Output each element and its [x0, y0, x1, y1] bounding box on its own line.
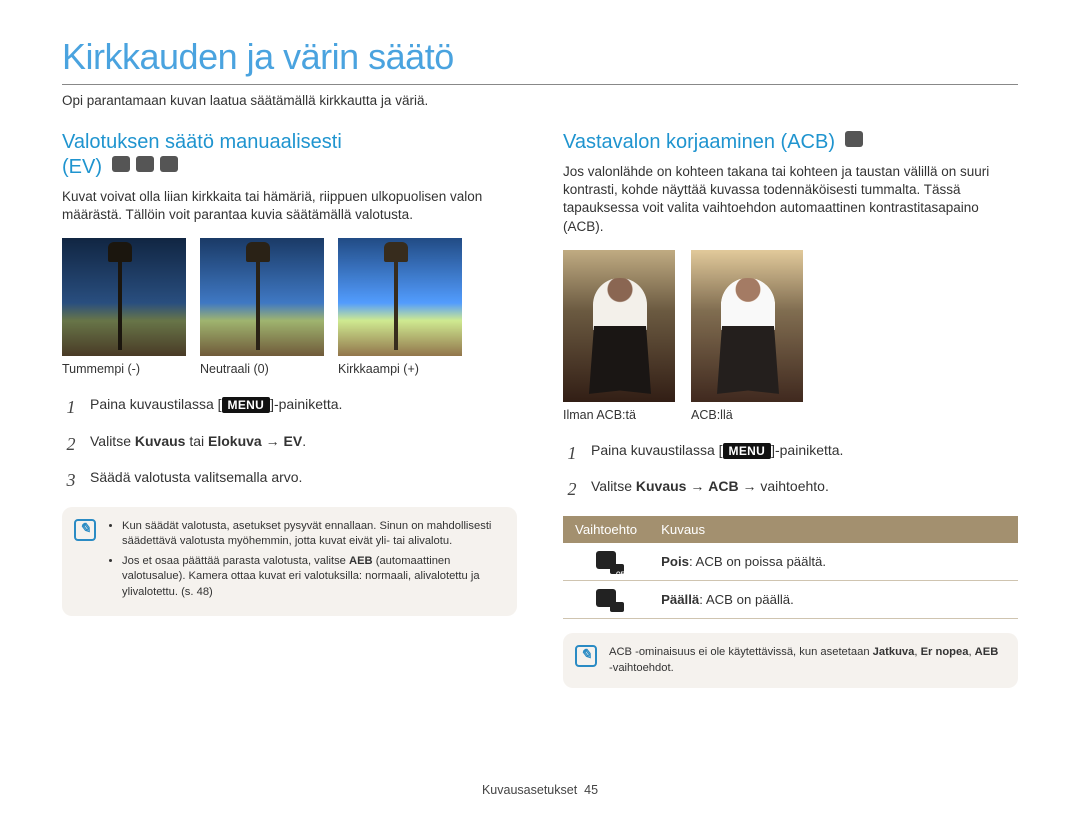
step-text: tai [185, 433, 208, 449]
step-text: . [302, 433, 306, 449]
acb-note-box: ✎ ACB -ominaisuus ei ole käytettävissä, … [563, 633, 1018, 688]
caption-neutral: Neutraali (0) [200, 362, 324, 376]
ev-step-2: 2 Valitse Kuvaus tai Elokuva → EV. [62, 431, 517, 457]
acb-on-icon [596, 589, 616, 607]
acb-options-table: Vaihtoehto Kuvaus Pois: ACB on poissa pä… [563, 516, 1018, 619]
mode-p-icon [112, 156, 130, 172]
table-row: Pois: ACB on poissa päältä. [563, 543, 1018, 581]
left-column: Valotuksen säätö manuaalisesti (EV) Kuva… [62, 130, 517, 688]
ev-paragraph: Kuvat voivat olla liian kirkkaita tai hä… [62, 188, 517, 224]
acb-sample-captions: Ilman ACB:tä ACB:llä [563, 408, 1018, 422]
ev-step-3: 3 Säädä valotusta valitsemalla arvo. [62, 467, 517, 493]
note-bold: AEB [349, 555, 373, 567]
note-bullet: Jos et osaa päättää parasta valotusta, v… [122, 554, 501, 600]
step-number: 1 [563, 440, 581, 466]
step-number: 3 [62, 467, 80, 493]
step-text: ]-painiketta. [771, 442, 843, 458]
option-label: Pois [661, 554, 689, 569]
note-icon: ✎ [74, 519, 96, 541]
step-text: Paina kuvaustilassa [ [591, 442, 723, 458]
note-text: ACB -ominaisuus ei ole käytettävissä, ku… [609, 646, 873, 658]
note-bullet: Kun säädät valotusta, asetukset pysyvät … [122, 519, 501, 550]
step-bold: Kuvaus [135, 433, 186, 449]
note-bold: AEB [975, 646, 999, 658]
acb-heading: Vastavalon korjaaminen (ACB) [563, 130, 1018, 155]
sample-brighter [338, 238, 462, 356]
ev-heading-line2: (EV) [62, 156, 102, 178]
step-number: 1 [62, 394, 80, 420]
menu-button-label: MENU [723, 443, 772, 459]
note-bold: Er nopea [921, 646, 969, 658]
caption-brighter: Kirkkaampi (+) [338, 362, 462, 376]
option-desc: : ACB on päällä. [699, 592, 794, 607]
sample-without-acb [563, 250, 675, 402]
ev-sample-images [62, 238, 517, 356]
step-number: 2 [563, 476, 581, 502]
table-row: Päällä: ACB on päällä. [563, 581, 1018, 619]
option-label: Päällä [661, 592, 699, 607]
step-text: Säädä valotusta valitsemalla arvo. [90, 467, 517, 493]
step-bold: ACB [708, 478, 738, 494]
step-bold: EV [284, 433, 303, 449]
ev-step-1: 1 Paina kuvaustilassa [MENU]-painiketta. [62, 394, 517, 420]
th-desc: Kuvaus [649, 516, 1018, 543]
th-option: Vaihtoehto [563, 516, 649, 543]
two-column-layout: Valotuksen säätö manuaalisesti (EV) Kuva… [62, 130, 1018, 688]
acb-heading-text: Vastavalon korjaaminen (ACB) [563, 131, 835, 153]
step-bold: Kuvaus [636, 478, 687, 494]
sample-with-acb [691, 250, 803, 402]
acb-step-1: 1 Paina kuvaustilassa [MENU]-painiketta. [563, 440, 1018, 466]
step-text: Valitse [90, 433, 135, 449]
step-text: Paina kuvaustilassa [ [90, 396, 222, 412]
note-text: -vaihtoehdot. [609, 662, 674, 674]
acb-paragraph: Jos valonlähde on kohteen takana tai koh… [563, 163, 1018, 236]
caption-darker: Tummempi (-) [62, 362, 186, 376]
acb-sample-images [563, 250, 1018, 402]
caption-without-acb: Ilman ACB:tä [563, 408, 675, 422]
ev-sample-captions: Tummempi (-) Neutraali (0) Kirkkaampi (+… [62, 362, 517, 376]
mode-p-icon [845, 131, 863, 147]
step-text: → [686, 478, 708, 494]
menu-button-label: MENU [222, 397, 271, 413]
mode-dis-icon [136, 156, 154, 172]
step-text: Valitse [591, 478, 636, 494]
sample-darker [62, 238, 186, 356]
step-text: ]-painiketta. [270, 396, 342, 412]
acb-off-icon [596, 551, 616, 569]
sample-neutral [200, 238, 324, 356]
page-title: Kirkkauden ja värin säätö [62, 36, 1018, 78]
acb-step-2: 2 Valitse Kuvaus → ACB → vaihtoehto. [563, 476, 1018, 502]
table-cell: Pois: ACB on poissa päältä. [649, 543, 1018, 581]
acb-steps: 1 Paina kuvaustilassa [MENU]-painiketta.… [563, 440, 1018, 502]
step-text: → [262, 433, 284, 449]
page-footer: Kuvausasetukset 45 [0, 783, 1080, 797]
right-column: Vastavalon korjaaminen (ACB) Jos valonlä… [563, 130, 1018, 688]
note-icon: ✎ [575, 645, 597, 667]
footer-page-number: 45 [584, 783, 598, 797]
step-bold: Elokuva [208, 433, 262, 449]
ev-heading: Valotuksen säätö manuaalisesti (EV) [62, 130, 517, 180]
table-cell: Päällä: ACB on päällä. [649, 581, 1018, 619]
page-intro: Opi parantamaan kuvan laatua säätämällä … [62, 93, 1018, 108]
note-text: Jos et osaa päättää parasta valotusta, v… [122, 555, 349, 567]
ev-heading-line1: Valotuksen säätö manuaalisesti [62, 131, 342, 153]
caption-with-acb: ACB:llä [691, 408, 803, 422]
footer-section: Kuvausasetukset [482, 783, 577, 797]
table-header-row: Vaihtoehto Kuvaus [563, 516, 1018, 543]
step-number: 2 [62, 431, 80, 457]
option-desc: : ACB on poissa päältä. [689, 554, 826, 569]
ev-steps: 1 Paina kuvaustilassa [MENU]-painiketta.… [62, 394, 517, 492]
step-text: → vaihtoehto. [739, 478, 829, 494]
title-rule [62, 84, 1018, 85]
ev-note-box: ✎ Kun säädät valotusta, asetukset pysyvä… [62, 507, 517, 616]
note-bold: Jatkuva [873, 646, 915, 658]
mode-movie-icon [160, 156, 178, 172]
